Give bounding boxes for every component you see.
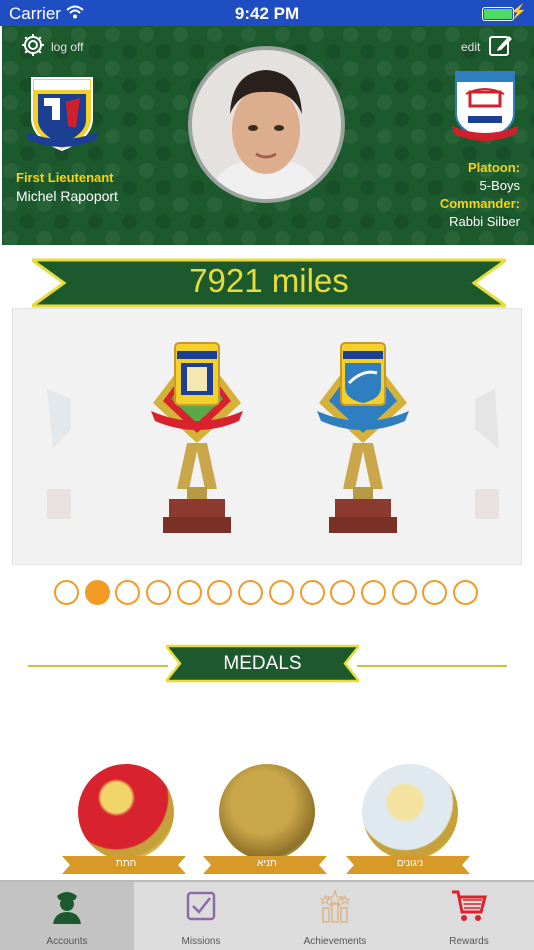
pager-dot[interactable] <box>360 580 386 605</box>
bottom-tab-bar: Accounts Missions Achievements Rewards <box>0 880 534 950</box>
pager-dot[interactable] <box>391 580 417 605</box>
tab-missions[interactable]: Missions <box>134 882 268 950</box>
pager-dot[interactable] <box>146 580 172 605</box>
tab-accounts[interactable]: Accounts <box>0 882 134 950</box>
pager-dot[interactable] <box>452 580 478 605</box>
pager-dot[interactable] <box>115 580 141 605</box>
profile-header: log off edit First Lieutenant Michel Rap… <box>2 26 534 245</box>
tab-label: Rewards <box>449 936 489 947</box>
accounts-screen: Carrier 9:42 PM ⚡ log off edit First Lie… <box>0 0 534 950</box>
pager-dot[interactable] <box>84 580 110 605</box>
profile-avatar[interactable] <box>188 46 345 203</box>
medal-chitas[interactable]: חתת <box>62 762 186 877</box>
captain-trophy-icon[interactable] <box>313 339 413 539</box>
platoon-label: Platoon: <box>468 160 520 175</box>
logoff-link[interactable]: log off <box>51 40 83 54</box>
previous-trophy-icon <box>47 389 71 519</box>
medal-nigunim[interactable]: ניגונים <box>346 762 470 877</box>
edit-icon[interactable] <box>488 32 514 58</box>
tab-label: Accounts <box>46 936 88 947</box>
medal-label: תניא <box>257 858 277 869</box>
user-name: Michel Rapoport <box>16 188 118 204</box>
tzivos-hashem-logo-icon <box>26 77 98 152</box>
pager-dot[interactable] <box>330 580 356 605</box>
tab-label: Achievements <box>303 936 367 947</box>
pager-dot[interactable] <box>299 580 325 605</box>
base-crest-icon <box>452 71 518 142</box>
pager-dot[interactable] <box>176 580 202 605</box>
miles-total: 7921 miles <box>189 262 349 299</box>
next-trophy-icon <box>475 389 499 519</box>
edit-link[interactable]: edit <box>461 40 480 54</box>
gold-medal-icon <box>219 764 315 860</box>
charging-icon: ⚡ <box>509 3 527 19</box>
settings-gear-icon[interactable] <box>20 32 46 58</box>
medal-label: ניגונים <box>396 858 424 869</box>
rank-trophy-carousel[interactable] <box>12 308 522 565</box>
platoon-value: 5-Boys <box>479 178 520 193</box>
rank-label: First Lieutenant <box>16 170 114 185</box>
medal-label: חתת <box>115 858 137 869</box>
first-lieutenant-trophy-icon[interactable] <box>147 339 247 539</box>
tab-label: Missions <box>181 936 221 947</box>
carousel-pager[interactable] <box>54 580 484 605</box>
tab-rewards[interactable]: Rewards <box>402 882 534 950</box>
silver-medal-icon <box>362 764 458 860</box>
medals-divider-left <box>28 665 168 667</box>
pager-dot[interactable] <box>422 580 448 605</box>
stars-icon <box>319 889 351 923</box>
red-medal-icon <box>78 764 174 860</box>
medals-title: MEDALS <box>223 653 302 674</box>
status-bar: Carrier 9:42 PM ⚡ <box>0 0 534 26</box>
clock: 9:42 PM <box>234 4 300 23</box>
commander-label: Commander: <box>439 196 520 211</box>
medal-tanya[interactable]: תניא <box>203 762 327 877</box>
pager-dot[interactable] <box>207 580 233 605</box>
cart-icon <box>452 890 487 921</box>
commander-value: Rabbi Silber <box>449 214 520 229</box>
avatar-photo-icon <box>192 50 341 199</box>
pager-dot[interactable] <box>54 580 79 605</box>
medals-divider-right <box>357 665 507 667</box>
checkbox-icon <box>186 891 216 921</box>
soldier-icon <box>53 892 81 924</box>
tab-achievements[interactable]: Achievements <box>268 882 402 950</box>
pager-dot[interactable] <box>238 580 264 605</box>
pager-dot[interactable] <box>268 580 294 605</box>
